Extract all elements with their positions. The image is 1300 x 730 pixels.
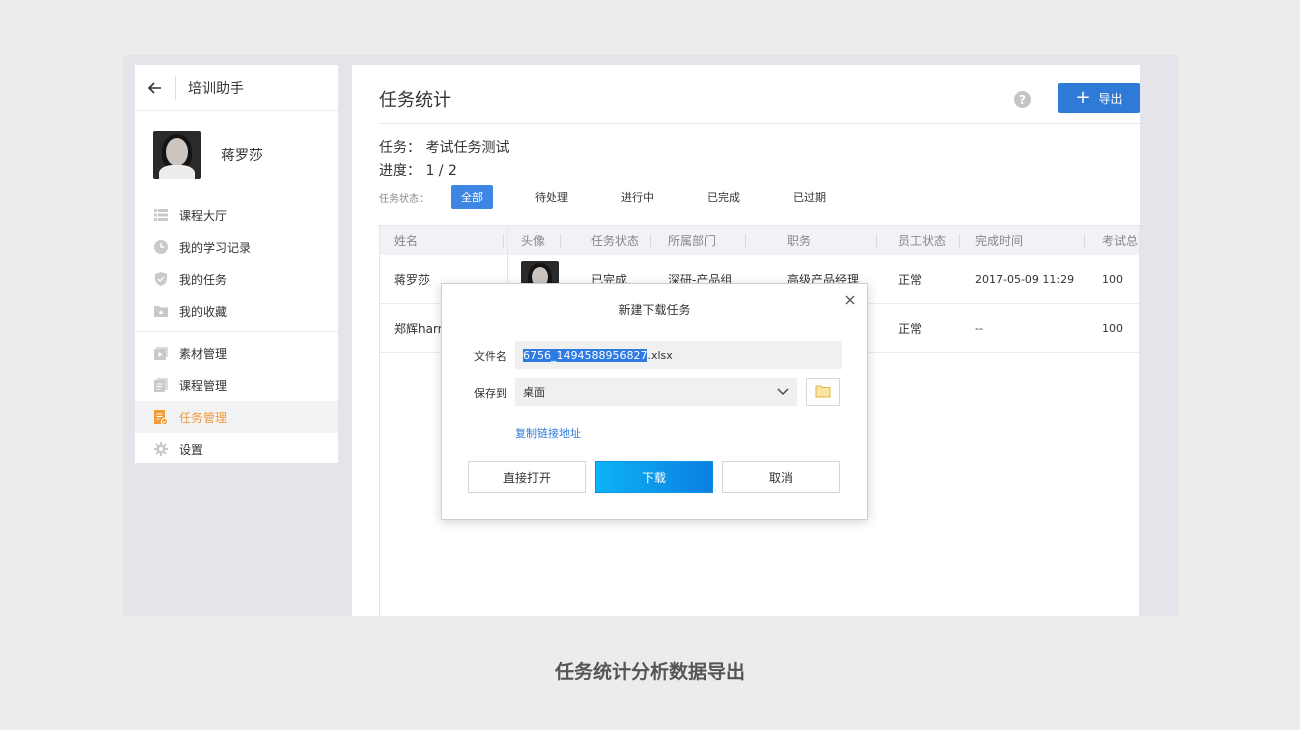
- col-header-score[interactable]: 考试总分: [1102, 226, 1139, 255]
- sidebar: 培训助手 蒋罗莎 课程大厅 我的学习记录 我的任务 我的收藏 素材管理 课程管理…: [135, 65, 338, 463]
- table-header: 姓名 头像 任务状态 所属部门 职务 员工状态 完成时间 考试总分: [380, 226, 1139, 255]
- sidebar-item-settings[interactable]: 设置: [135, 433, 338, 465]
- filter-expired[interactable]: 已过期: [783, 185, 836, 209]
- cell-finish-time: --: [975, 322, 983, 335]
- sidebar-item-my-tasks[interactable]: 我的任务: [135, 263, 338, 295]
- filter-in-progress[interactable]: 进行中: [611, 185, 664, 209]
- folder-star-icon: [153, 303, 169, 319]
- sidebar-item-favorites[interactable]: 我的收藏: [135, 295, 338, 327]
- cell-finish-time: 2017-05-09 11:29: [975, 273, 1075, 286]
- list-icon: [153, 207, 169, 223]
- help-icon[interactable]: ?: [1014, 91, 1031, 108]
- copy-link-button[interactable]: 复制链接地址: [515, 425, 581, 441]
- page-title: 任务统计: [379, 90, 451, 111]
- cancel-button[interactable]: 取消: [722, 461, 840, 493]
- sidebar-item-learning-record[interactable]: 我的学习记录: [135, 231, 338, 263]
- filename-selected-text: 6756_1494588956827: [523, 348, 648, 362]
- sidebar-item-task-mgmt[interactable]: 任务管理: [135, 401, 338, 433]
- col-header-avatar[interactable]: 头像: [521, 226, 562, 255]
- task-progress: 进度： 1 / 2: [379, 163, 457, 179]
- chevron-down-icon: [777, 386, 789, 399]
- saveto-select[interactable]: 桌面: [515, 378, 797, 406]
- user-profile: 蒋罗莎: [135, 111, 338, 199]
- book-icon: [153, 377, 169, 393]
- filter-pending[interactable]: 待处理: [525, 185, 578, 209]
- cell-emp-status: 正常: [898, 322, 923, 336]
- sidebar-item-label: 我的任务: [179, 272, 228, 287]
- user-name: 蒋罗莎: [221, 148, 263, 164]
- filter-all[interactable]: 全部: [451, 185, 493, 209]
- col-header-dept[interactable]: 所属部门: [668, 226, 747, 255]
- sidebar-item-label: 设置: [179, 442, 204, 457]
- filename-label: 文件名: [474, 350, 507, 363]
- cell-score: 100: [1102, 273, 1123, 286]
- filter-completed[interactable]: 已完成: [697, 185, 750, 209]
- sidebar-item-label: 任务管理: [179, 410, 228, 425]
- menu-divider: [135, 331, 338, 332]
- title-divider: [379, 123, 1140, 124]
- col-header-title[interactable]: 职务: [787, 226, 878, 255]
- sidebar-item-label: 课程大厅: [179, 208, 228, 223]
- page-caption: 任务统计分析数据导出: [554, 661, 745, 683]
- sidebar-item-label: 我的收藏: [179, 304, 228, 319]
- sidebar-item-label: 素材管理: [179, 346, 228, 361]
- back-arrow-icon[interactable]: [135, 65, 175, 111]
- open-directly-button[interactable]: 直接打开: [468, 461, 586, 493]
- media-icon: [153, 345, 169, 361]
- browse-folder-button[interactable]: [806, 378, 840, 406]
- filename-field[interactable]: 6756_1494588956827 .xlsx: [515, 341, 842, 369]
- col-header-emp-status[interactable]: 员工状态: [898, 226, 961, 255]
- saveto-label: 保存到: [474, 387, 507, 400]
- filename-extension: .xlsx: [647, 348, 673, 362]
- app-title: 培训助手: [188, 80, 244, 97]
- sidebar-item-course-mgmt[interactable]: 课程管理: [135, 369, 338, 401]
- export-label: 导出: [1098, 91, 1123, 106]
- sidebar-item-label: 课程管理: [179, 378, 228, 393]
- status-filter-bar: 任务状态： 全部 待处理 进行中 已完成 已过期: [379, 185, 869, 209]
- sidebar-item-label: 我的学习记录: [179, 240, 252, 255]
- saveto-value: 桌面: [523, 386, 545, 399]
- plus-icon: +: [1075, 87, 1091, 108]
- clock-icon: [153, 239, 169, 255]
- avatar[interactable]: [153, 131, 201, 179]
- sidebar-item-course-hall[interactable]: 课程大厅: [135, 199, 338, 231]
- status-filter-label: 任务状态：: [379, 193, 429, 205]
- col-header-status[interactable]: 任务状态: [591, 226, 652, 255]
- dialog-title: 新建下载任务: [618, 303, 691, 317]
- cell-score: 100: [1102, 322, 1123, 335]
- sidebar-item-materials[interactable]: 素材管理: [135, 337, 338, 369]
- col-header-name[interactable]: 姓名: [394, 226, 418, 255]
- download-button[interactable]: 下载: [595, 461, 713, 493]
- cell-name: 蒋罗莎: [394, 273, 431, 287]
- close-icon[interactable]: [843, 292, 857, 306]
- sidebar-menu: 课程大厅 我的学习记录 我的任务 我的收藏 素材管理 课程管理 任务管理 设置: [135, 199, 338, 465]
- gear-icon: [153, 441, 169, 457]
- header-divider: [175, 75, 176, 100]
- task-doc-icon: [153, 409, 169, 425]
- col-header-finish-time[interactable]: 完成时间: [975, 226, 1086, 255]
- download-dialog: 新建下载任务 文件名 6756_1494588956827 .xlsx 保存到 桌…: [441, 283, 868, 520]
- task-name: 任务： 考试任务测试: [379, 140, 510, 156]
- sidebar-header: 培训助手: [135, 65, 338, 111]
- shield-check-icon: [153, 271, 169, 287]
- folder-icon: [815, 383, 831, 402]
- cell-emp-status: 正常: [898, 273, 923, 287]
- export-button[interactable]: + 导出: [1058, 83, 1140, 113]
